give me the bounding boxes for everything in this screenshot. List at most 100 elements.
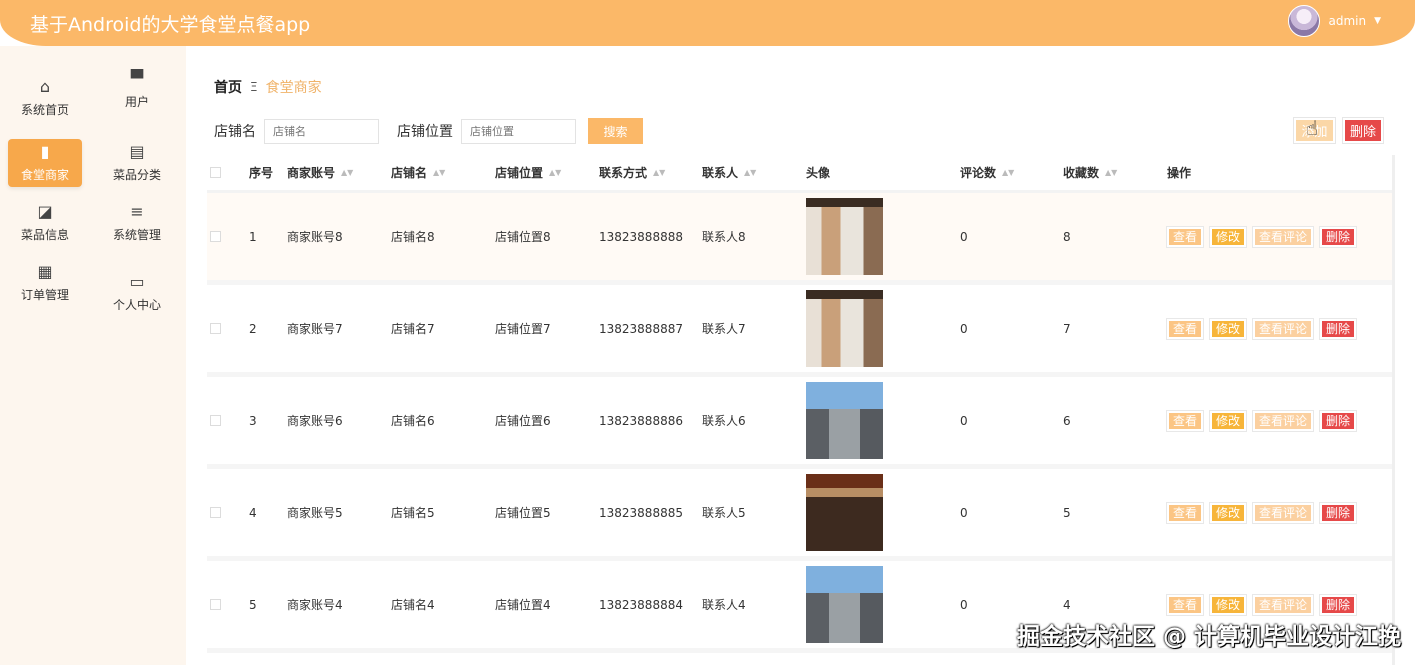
delete-button[interactable]: 删除 [1319, 409, 1358, 432]
cell-comments: 0 [960, 413, 968, 428]
cell-index: 2 [249, 321, 257, 336]
delete-button[interactable]: 删除 [1319, 501, 1358, 524]
table-row: 1 商家账号8 店铺名8 店铺位置8 13823888888 联系人8 0 8 查看 修改 查看评论… [207, 193, 1392, 285]
cell-shop-name: 店铺名8 [391, 230, 435, 244]
cell-favorites: 7 [1063, 321, 1071, 336]
sort-icon: ▲▼ [549, 168, 562, 177]
sidebar-item-label: 菜品分类 [112, 167, 161, 182]
row-actions: 查看 修改 查看评论 删除 [1165, 285, 1358, 372]
watermark: 掘金技术社区 @ 计算机毕业设计江挽 [1016, 624, 1401, 650]
cell-favorites: 5 [1063, 505, 1071, 520]
delete-button[interactable]: 删除 [1319, 317, 1358, 340]
shop-name-label: 店铺名 [214, 124, 256, 140]
row-checkbox[interactable] [210, 323, 221, 334]
view-button[interactable]: 查看 [1165, 225, 1205, 248]
sidebar-item-orders[interactable]: ▦ 订单管理 [8, 259, 82, 307]
edit-button[interactable]: 修改 [1209, 593, 1248, 616]
cell-contact: 联系人7 [702, 322, 746, 336]
breadcrumb-separator: Ξ [250, 80, 258, 94]
sidebar-item-home[interactable]: ⌂ 系统首页 [8, 74, 82, 122]
user-menu[interactable]: admin ▼ [1288, 5, 1381, 37]
view-button[interactable]: 查看 [1165, 593, 1205, 616]
sort-icon: ▲▼ [433, 168, 446, 177]
row-checkbox[interactable] [210, 415, 221, 426]
view-comments-button[interactable]: 查看评论 [1252, 317, 1315, 340]
sidebar-item-label: 系统管理 [112, 227, 161, 242]
cell-account: 商家账号7 [287, 322, 343, 336]
shop-name-input[interactable] [264, 118, 379, 144]
cell-index: 3 [249, 413, 257, 428]
edit-button[interactable]: 修改 [1209, 501, 1248, 524]
sidebar-item-profile[interactable]: ▭ 个人中心 [100, 269, 174, 317]
edit-button[interactable]: 修改 [1209, 317, 1248, 340]
top-header: 基于Android的大学食堂点餐app admin ▼ [0, 0, 1415, 46]
avatar[interactable] [1288, 5, 1321, 37]
view-comments-button[interactable]: 查看评论 [1252, 501, 1315, 524]
row-checkbox[interactable] [210, 599, 221, 610]
sort-icon: ▲▼ [744, 168, 757, 177]
cell-phone: 13823888886 [599, 413, 683, 428]
delete-button[interactable]: 删除 [1319, 225, 1358, 248]
cell-location: 店铺位置5 [495, 506, 551, 520]
edit-button[interactable]: 修改 [1209, 225, 1248, 248]
sidebar-item-system-management[interactable]: ≡ 系统管理 [100, 199, 174, 247]
merchant-avatar-image [806, 198, 883, 275]
sidebar-item-canteen-merchants[interactable]: ▮ 食堂商家 [8, 139, 82, 187]
cell-contact: 联系人4 [702, 598, 746, 612]
breadcrumb-home[interactable]: 首页 [214, 77, 242, 97]
sidebar: ⌂ 系统首页 ▀ 用户 ▮ 食堂商家 ▤ 菜品分类 ◪ 菜品信息 ≡ 系统管理 … [0, 46, 186, 665]
cell-comments: 0 [960, 597, 968, 612]
grid-icon: ▦ [37, 261, 53, 281]
cell-shop-name: 店铺名4 [391, 598, 435, 612]
column-location[interactable]: 店铺位置 ▲▼ [495, 155, 561, 190]
chevron-down-icon[interactable]: ▼ [1374, 16, 1381, 26]
column-phone[interactable]: 联系方式 ▲▼ [599, 155, 665, 190]
home-icon: ⌂ [39, 76, 51, 96]
column-contact[interactable]: 联系人 ▲▼ [702, 155, 756, 190]
sidebar-item-label: 食堂商家 [20, 167, 69, 182]
sidebar-item-label: 订单管理 [20, 287, 69, 302]
merchant-avatar-image [806, 290, 883, 367]
sidebar-item-dish-info[interactable]: ◪ 菜品信息 [8, 199, 82, 247]
view-comments-button[interactable]: 查看评论 [1252, 225, 1315, 248]
column-comments[interactable]: 评论数 ▲▼ [960, 155, 1014, 190]
column-account[interactable]: 商家账号 ▲▼ [287, 155, 353, 190]
cell-favorites: 6 [1063, 413, 1071, 428]
view-comments-button[interactable]: 查看评论 [1252, 409, 1315, 432]
cell-favorites: 4 [1063, 597, 1071, 612]
search-button[interactable]: 搜索 [588, 118, 643, 144]
cell-account: 商家账号6 [287, 414, 343, 428]
row-actions: 查看 修改 查看评论 删除 [1165, 377, 1358, 464]
column-actions: 操作 [1167, 166, 1192, 180]
location-input[interactable] [461, 118, 576, 144]
cell-location: 店铺位置6 [495, 414, 551, 428]
sidebar-item-users[interactable]: ▀ 用户 [100, 66, 174, 114]
row-actions: 查看 修改 查看评论 删除 [1165, 469, 1358, 556]
cell-phone: 13823888888 [599, 229, 683, 244]
table-header: 序号 商家账号 ▲▼ 店铺名 ▲▼ 店铺位置 ▲▼ 联系方式 ▲▼ 联系人 ▲▼ 头像 评… [207, 155, 1392, 193]
column-shop-name[interactable]: 店铺名 ▲▼ [391, 155, 445, 190]
cell-index: 4 [249, 505, 257, 520]
edit-button[interactable]: 修改 [1209, 409, 1248, 432]
view-button[interactable]: 查看 [1165, 501, 1205, 524]
cell-shop-name: 店铺名7 [391, 322, 435, 336]
sidebar-item-dish-category[interactable]: ▤ 菜品分类 [100, 139, 174, 187]
view-comments-button[interactable]: 查看评论 [1252, 593, 1315, 616]
store-icon: ▀ [130, 68, 144, 88]
column-avatar: 头像 [806, 166, 831, 180]
row-checkbox[interactable] [210, 507, 221, 518]
sliders-icon: ≡ [130, 201, 144, 221]
select-all-checkbox[interactable] [210, 167, 221, 178]
view-button[interactable]: 查看 [1165, 409, 1205, 432]
bulk-delete-button[interactable]: 删除 [1341, 117, 1385, 144]
view-button[interactable]: 查看 [1165, 317, 1205, 340]
table-row: 2 商家账号7 店铺名7 店铺位置7 13823888887 联系人7 0 7 查看 修改 查看评论… [207, 285, 1392, 377]
scrollbar[interactable] [1392, 155, 1395, 665]
row-checkbox[interactable] [210, 231, 221, 242]
delete-button[interactable]: 删除 [1319, 593, 1358, 616]
table-row: 3 商家账号6 店铺名6 店铺位置6 13823888886 联系人6 0 6 查看 修改 查看评论… [207, 377, 1392, 469]
cell-contact: 联系人6 [702, 414, 746, 428]
clipboard-icon: ▤ [129, 141, 145, 161]
column-favorites[interactable]: 收藏数 ▲▼ [1063, 155, 1117, 190]
username[interactable]: admin [1328, 14, 1366, 28]
